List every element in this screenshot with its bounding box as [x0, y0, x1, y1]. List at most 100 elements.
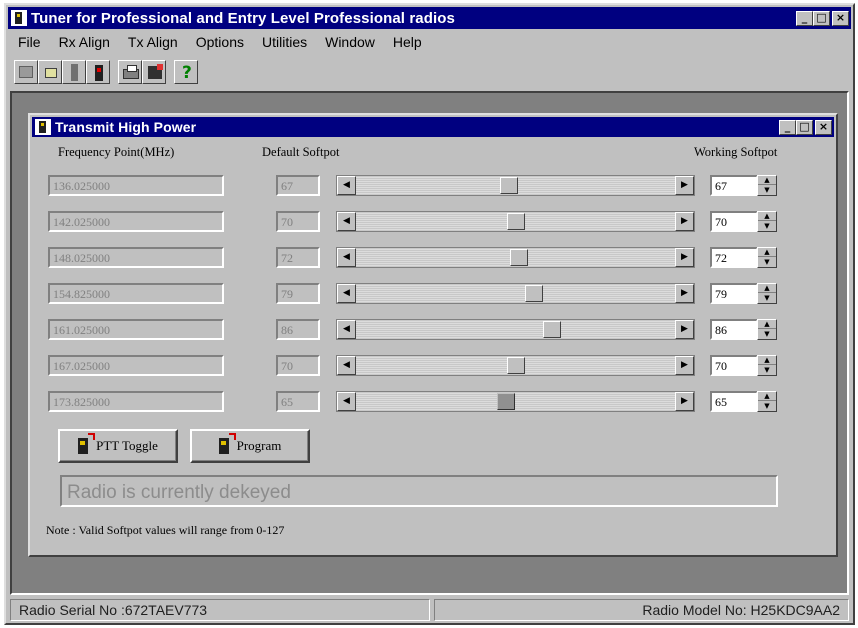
spin-down-icon[interactable]: ▼ [758, 366, 776, 375]
softpot-slider[interactable]: ◀ ▶ [336, 319, 695, 340]
softpot-slider[interactable]: ◀ ▶ [336, 391, 695, 412]
slider-thumb[interactable] [507, 357, 525, 374]
slider-left-arrow-icon[interactable]: ◀ [337, 392, 356, 411]
radio-model-status: Radio Model No: H25KDC9AA2 [434, 599, 849, 621]
spin-up-icon[interactable]: ▲ [758, 392, 776, 401]
print-icon[interactable] [118, 60, 142, 84]
spin-up-icon[interactable]: ▲ [758, 356, 776, 365]
slider-right-arrow-icon[interactable]: ▶ [675, 248, 694, 267]
minimize-button[interactable]: _ [796, 10, 813, 26]
close-button[interactable]: × [832, 10, 849, 26]
program-label: Program [236, 438, 282, 453]
softpot-row: 161.025000 86 ◀ ▶ 86 ▲ ▼ [30, 319, 836, 343]
working-softpot-spinner[interactable]: ▲ ▼ [757, 175, 777, 196]
menu-tx-align[interactable]: Tx Align [119, 34, 187, 50]
working-softpot-input[interactable]: 70 [710, 211, 758, 232]
slider-left-arrow-icon[interactable]: ◀ [337, 248, 356, 267]
spin-down-icon[interactable]: ▼ [758, 222, 776, 231]
working-softpot-input[interactable]: 79 [710, 283, 758, 304]
slider-right-arrow-icon[interactable]: ▶ [675, 320, 694, 339]
default-softpot-field: 79 [276, 283, 320, 304]
working-softpot-spinner[interactable]: ▲ ▼ [757, 391, 777, 412]
working-softpot-spinner[interactable]: ▲ ▼ [757, 211, 777, 232]
child-minimize-button[interactable]: _ [779, 119, 796, 135]
spin-down-icon[interactable]: ▼ [758, 402, 776, 411]
menu-rx-align[interactable]: Rx Align [50, 34, 119, 50]
working-softpot-spinner[interactable]: ▲ ▼ [757, 247, 777, 268]
read-radio-icon[interactable] [38, 60, 62, 84]
working-softpot-input[interactable]: 72 [710, 247, 758, 268]
default-softpot-header: Default Softpot [262, 145, 340, 159]
menu-file[interactable]: File [10, 34, 50, 50]
radio-ptt-icon [78, 433, 96, 454]
child-close-button[interactable]: × [815, 119, 832, 135]
menu-help[interactable]: Help [384, 34, 431, 50]
radio-status-box: Radio is currently dekeyed [60, 475, 778, 507]
spin-up-icon[interactable]: ▲ [758, 212, 776, 221]
working-softpot-spinner[interactable]: ▲ ▼ [757, 319, 777, 340]
default-softpot-field: 72 [276, 247, 320, 268]
working-softpot-input[interactable]: 65 [710, 391, 758, 412]
menubar: File Rx Align Tx Align Options Utilities… [10, 31, 431, 53]
slider-thumb[interactable] [525, 285, 543, 302]
softpot-row: 136.025000 67 ◀ ▶ 67 ▲ ▼ [30, 175, 836, 199]
spin-down-icon[interactable]: ▼ [758, 258, 776, 267]
slider-left-arrow-icon[interactable]: ◀ [337, 212, 356, 231]
slider-right-arrow-icon[interactable]: ▶ [675, 284, 694, 303]
app-titlebar[interactable]: Tuner for Professional and Entry Level P… [8, 7, 851, 29]
working-softpot-input[interactable]: 86 [710, 319, 758, 340]
softpot-slider[interactable]: ◀ ▶ [336, 247, 695, 268]
slider-left-arrow-icon[interactable]: ◀ [337, 284, 356, 303]
spin-up-icon[interactable]: ▲ [758, 284, 776, 293]
slider-right-arrow-icon[interactable]: ▶ [675, 392, 694, 411]
working-softpot-spinner[interactable]: ▲ ▼ [757, 355, 777, 376]
ptt-toggle-button[interactable]: PTT Toggle [58, 429, 178, 463]
maximize-button[interactable]: □ [813, 10, 830, 26]
spin-down-icon[interactable]: ▼ [758, 330, 776, 339]
write-radio-icon[interactable] [62, 60, 86, 84]
softpot-slider[interactable]: ◀ ▶ [336, 211, 695, 232]
radio-icon[interactable] [86, 60, 110, 84]
default-softpot-field: 70 [276, 355, 320, 376]
spin-up-icon[interactable]: ▲ [758, 176, 776, 185]
softpot-row: 154.825000 79 ◀ ▶ 79 ▲ ▼ [30, 283, 836, 307]
menu-options[interactable]: Options [187, 34, 253, 50]
working-softpot-input[interactable]: 70 [710, 355, 758, 376]
working-softpot-spinner[interactable]: ▲ ▼ [757, 283, 777, 304]
child-maximize-button[interactable]: □ [796, 119, 813, 135]
spin-down-icon[interactable]: ▼ [758, 294, 776, 303]
frequency-field: 173.825000 [48, 391, 224, 412]
working-softpot-input[interactable]: 67 [710, 175, 758, 196]
spin-down-icon[interactable]: ▼ [758, 186, 776, 195]
slider-thumb[interactable] [497, 393, 515, 410]
slider-right-arrow-icon[interactable]: ▶ [675, 356, 694, 375]
radio-app-icon[interactable] [11, 10, 27, 26]
frequency-field: 161.025000 [48, 319, 224, 340]
softpot-slider[interactable]: ◀ ▶ [336, 175, 695, 196]
help-icon[interactable]: ? [174, 60, 198, 84]
statusbar: Radio Serial No :672TAEV773 Radio Model … [10, 599, 849, 623]
softpot-slider[interactable]: ◀ ▶ [336, 283, 695, 304]
radio-info-icon[interactable] [142, 60, 166, 84]
slider-right-arrow-icon[interactable]: ▶ [675, 176, 694, 195]
slider-thumb[interactable] [500, 177, 518, 194]
slider-left-arrow-icon[interactable]: ◀ [337, 356, 356, 375]
child-titlebar[interactable]: Transmit High Power _ □ × [32, 117, 834, 137]
slider-left-arrow-icon[interactable]: ◀ [337, 176, 356, 195]
slider-thumb[interactable] [543, 321, 561, 338]
softpot-slider[interactable]: ◀ ▶ [336, 355, 695, 376]
slider-left-arrow-icon[interactable]: ◀ [337, 320, 356, 339]
radio-window-icon[interactable] [35, 119, 51, 135]
slider-thumb[interactable] [510, 249, 528, 266]
softpot-row: 173.825000 65 ◀ ▶ 65 ▲ ▼ [30, 391, 836, 415]
frequency-field: 142.025000 [48, 211, 224, 232]
program-button[interactable]: Program [190, 429, 310, 463]
spin-up-icon[interactable]: ▲ [758, 320, 776, 329]
menu-utilities[interactable]: Utilities [253, 34, 316, 50]
slider-right-arrow-icon[interactable]: ▶ [675, 212, 694, 231]
open-radio-icon[interactable] [14, 60, 38, 84]
spin-up-icon[interactable]: ▲ [758, 248, 776, 257]
menu-window[interactable]: Window [316, 34, 384, 50]
softpot-range-note: Note : Valid Softpot values will range f… [46, 523, 285, 537]
slider-thumb[interactable] [507, 213, 525, 230]
